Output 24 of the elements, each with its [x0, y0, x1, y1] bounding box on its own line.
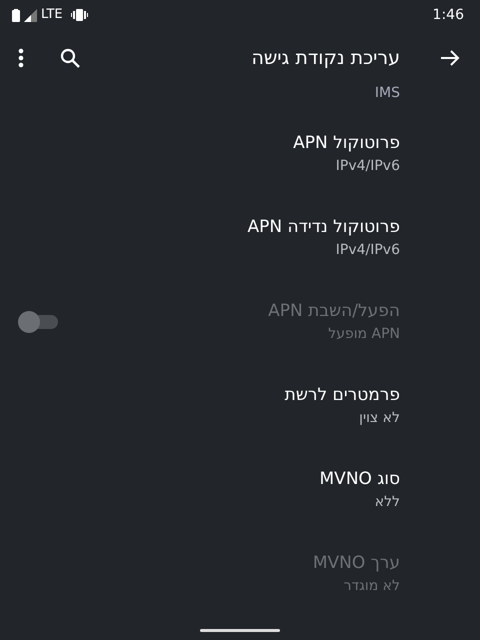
battery-icon: [12, 8, 20, 22]
screen-title: עריכת נקודת גישה: [251, 46, 400, 71]
setting-title: ערך MVNO: [312, 552, 400, 575]
setting-title: הפעל/השבת APN: [268, 300, 400, 323]
setting-title: פרוטוקול APN: [293, 132, 400, 155]
setting-title: סוג MVNO: [320, 468, 400, 491]
setting-summary: ללא: [374, 493, 400, 512]
setting-summary: APN מופעל: [327, 325, 400, 344]
setting-summary: לא מוגדר: [342, 577, 400, 596]
setting-item[interactable]: סוג MVNO ללא: [0, 448, 480, 532]
status-time: 1:46: [432, 6, 464, 24]
more-options-icon[interactable]: [18, 48, 24, 68]
signal-icon: [24, 8, 37, 22]
vibrate-icon: [70, 9, 88, 21]
network-label: LTE: [41, 6, 63, 24]
setting-summary: IPv4/IPv6: [334, 157, 400, 176]
setting-title: פרמטרים לרשת: [284, 384, 400, 407]
setting-summary: IMS: [374, 86, 400, 101]
setting-summary: לא צוין: [358, 409, 400, 428]
setting-item[interactable]: פרמטרים לרשת לא צוין: [0, 364, 480, 448]
back-arrow-icon[interactable]: [440, 49, 460, 67]
setting-title: פרוטוקול נדידה APN: [247, 216, 400, 239]
search-icon[interactable]: [60, 48, 80, 68]
setting-summary: IPv4/IPv6: [334, 241, 400, 260]
